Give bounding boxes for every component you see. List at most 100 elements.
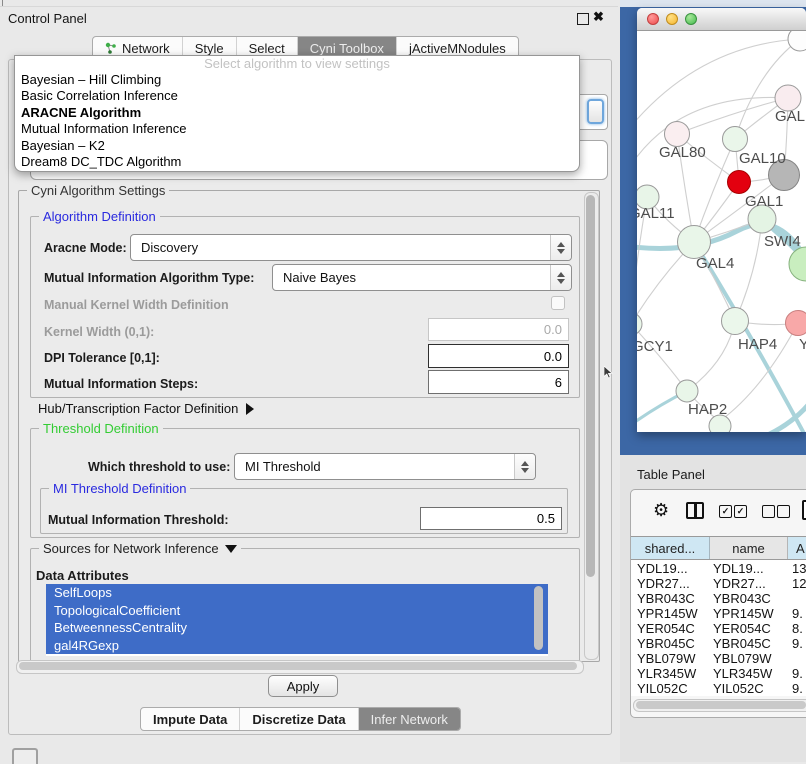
select-all-checkbox-icon[interactable]: ✓ [719,505,732,518]
list-item-selected[interactable]: SelfLoops [46,584,548,602]
table-cell[interactable]: YDL19... [637,561,688,576]
table-cell[interactable]: 13 [792,561,806,576]
table-cell[interactable]: YDR27... [713,576,766,591]
settings-horizontal-scrollbar[interactable] [16,660,584,674]
dropdown-item[interactable]: Bayesian – Hill Climbing [15,72,579,88]
scrollbar-thumb[interactable] [636,701,806,709]
minimize-traffic-icon[interactable] [666,13,678,25]
table-cell[interactable]: 8. [792,621,803,636]
mi-threshold-field[interactable]: 0.5 [420,507,562,530]
apply-button[interactable]: Apply [268,675,338,697]
gear-icon[interactable]: ⚙ [653,501,669,519]
tab-discretize-data[interactable]: Discretize Data [240,708,358,730]
hub-definition-expander[interactable]: Hub/Transcription Factor Definition [38,401,254,416]
settings-vertical-scrollbar[interactable] [584,192,599,660]
mi-threshold-label: Mutual Information Threshold: [48,513,229,527]
list-item-selected[interactable]: gal4RGexp [46,637,548,655]
sources-group-title[interactable]: Sources for Network Inference [39,541,241,556]
tab-network-label: Network [122,41,170,56]
aracne-mode-combobox[interactable]: Discovery [130,234,572,261]
dropdown-item[interactable]: Dream8 DC_TDC Algorithm [15,154,579,170]
threshold-definition-title: Threshold Definition [39,421,163,436]
scrollbar-thumb[interactable] [586,195,595,577]
table-horizontal-scrollbar[interactable] [633,699,806,712]
network-graph: GAL GAL80 GAL10 GAL1 GAL11 SWI4 GAL4 GCY… [637,31,806,432]
aracne-mode-label: Aracne Mode: [44,241,127,255]
table-cell[interactable]: YER054C [637,621,695,636]
node-label: GAL11 [637,205,675,222]
which-threshold-combobox[interactable]: MI Threshold [234,453,536,480]
kernel-width-field: 0.0 [428,318,569,341]
dpi-tolerance-field[interactable]: 0.0 [428,344,569,368]
dropdown-item[interactable]: Mutual Information Inference [15,121,579,137]
table-cell[interactable]: YBR045C [713,636,771,651]
manual-kernel-label: Manual Kernel Width Definition [44,298,229,312]
node-hap2 [676,380,698,402]
table-cell[interactable]: YDR27... [637,576,690,591]
table-cell[interactable]: YLR345W [637,666,696,681]
kernel-width-label: Kernel Width (0,1): [44,325,154,339]
list-item-selected[interactable]: BetweennessCentrality [46,619,548,637]
table-cell[interactable]: YIL052C [637,681,688,696]
table-cell[interactable]: YLR345W [713,666,772,681]
network-window-titlebar[interactable] [637,8,806,31]
combo-focused-button[interactable] [587,99,604,124]
data-attributes-list[interactable]: SelfLoops TopologicalCoefficient Between… [46,584,548,656]
table-cell[interactable]: 12 [792,576,806,591]
mi-steps-field[interactable]: 6 [428,370,569,394]
table-cell[interactable]: YBR043C [713,591,771,606]
manual-kernel-checkbox[interactable] [551,296,565,310]
node-label: GAL10 [739,150,786,167]
scrollbar-thumb[interactable] [534,586,543,650]
document-icon-partial[interactable] [802,500,806,520]
dropdown-item-selected[interactable]: ARACNE Algorithm [15,105,579,121]
dropdown-item[interactable]: Bayesian – K2 [15,138,579,154]
deselect-all-checkbox-icon[interactable] [762,505,775,518]
table-cell[interactable]: YBL079W [637,651,696,666]
table-cell[interactable]: YIL052C [713,681,764,696]
select-all-checkbox-icon2[interactable]: ✓ [734,505,747,518]
dpi-tolerance-label: DPI Tolerance [0,1]: [44,351,160,365]
table-cell[interactable]: YBL079W [713,651,772,666]
table-cell[interactable]: 9. [792,681,803,696]
close-traffic-icon[interactable] [647,13,659,25]
table-cell[interactable]: YBR045C [637,636,695,651]
panel-title: Control Panel [8,11,87,26]
node-label: GAL80 [659,144,706,161]
apply-button-label: Apply [287,679,320,694]
table-cell[interactable]: YER054C [713,621,771,636]
table-body: YDL19... YDL19... 13 YDR27... YDR27... 1… [631,560,806,696]
scrollbar-thumb[interactable] [19,662,577,670]
network-canvas[interactable]: GAL GAL80 GAL10 GAL1 GAL11 SWI4 GAL4 GCY… [637,31,806,432]
split-columns-icon[interactable] [686,502,704,519]
tab-infer-network[interactable]: Infer Network [359,708,460,730]
mi-type-value: Naive Bayes [273,270,550,285]
table-cell[interactable]: 9. [792,636,803,651]
table-cell[interactable]: 9. [792,606,803,621]
which-threshold-label: Which threshold to use: [88,460,230,474]
node-label: GCY1 [637,338,673,355]
node-gal10 [723,127,748,152]
zoom-traffic-icon[interactable] [685,13,697,25]
node-gal4 [678,226,711,259]
float-window-icon[interactable] [577,13,589,25]
column-header-shared-name[interactable]: shared... [631,537,710,559]
list-item-selected[interactable]: TopologicalCoefficient [46,602,548,620]
table-panel-box: ⚙ ✓ ✓ shared... name A YDL19... YDL1 [630,489,806,718]
close-icon[interactable]: ✖ [593,9,604,25]
column-header-partial[interactable]: A [788,537,806,559]
table-cell[interactable]: YPR145W [713,606,774,621]
mi-type-combobox[interactable]: Naive Bayes [272,264,572,291]
tab-impute-data[interactable]: Impute Data [141,708,240,730]
column-header-name[interactable]: name [710,537,788,559]
deselect-all-checkbox-icon2[interactable] [777,505,790,518]
network-window[interactable]: GAL GAL80 GAL10 GAL1 GAL11 SWI4 GAL4 GCY… [637,8,806,432]
table-cell[interactable]: YDL19... [713,561,764,576]
attributes-list-scrollbar[interactable] [533,586,544,654]
table-cell[interactable]: YBR043C [637,591,695,606]
table-header-row: shared... name A [631,536,806,560]
dropdown-item[interactable]: Basic Correlation Inference [15,88,579,104]
table-cell[interactable]: 9. [792,666,803,681]
table-cell[interactable]: YPR145W [637,606,698,621]
app-root: { "panel": { "title": "Control Panel" },… [0,0,806,762]
